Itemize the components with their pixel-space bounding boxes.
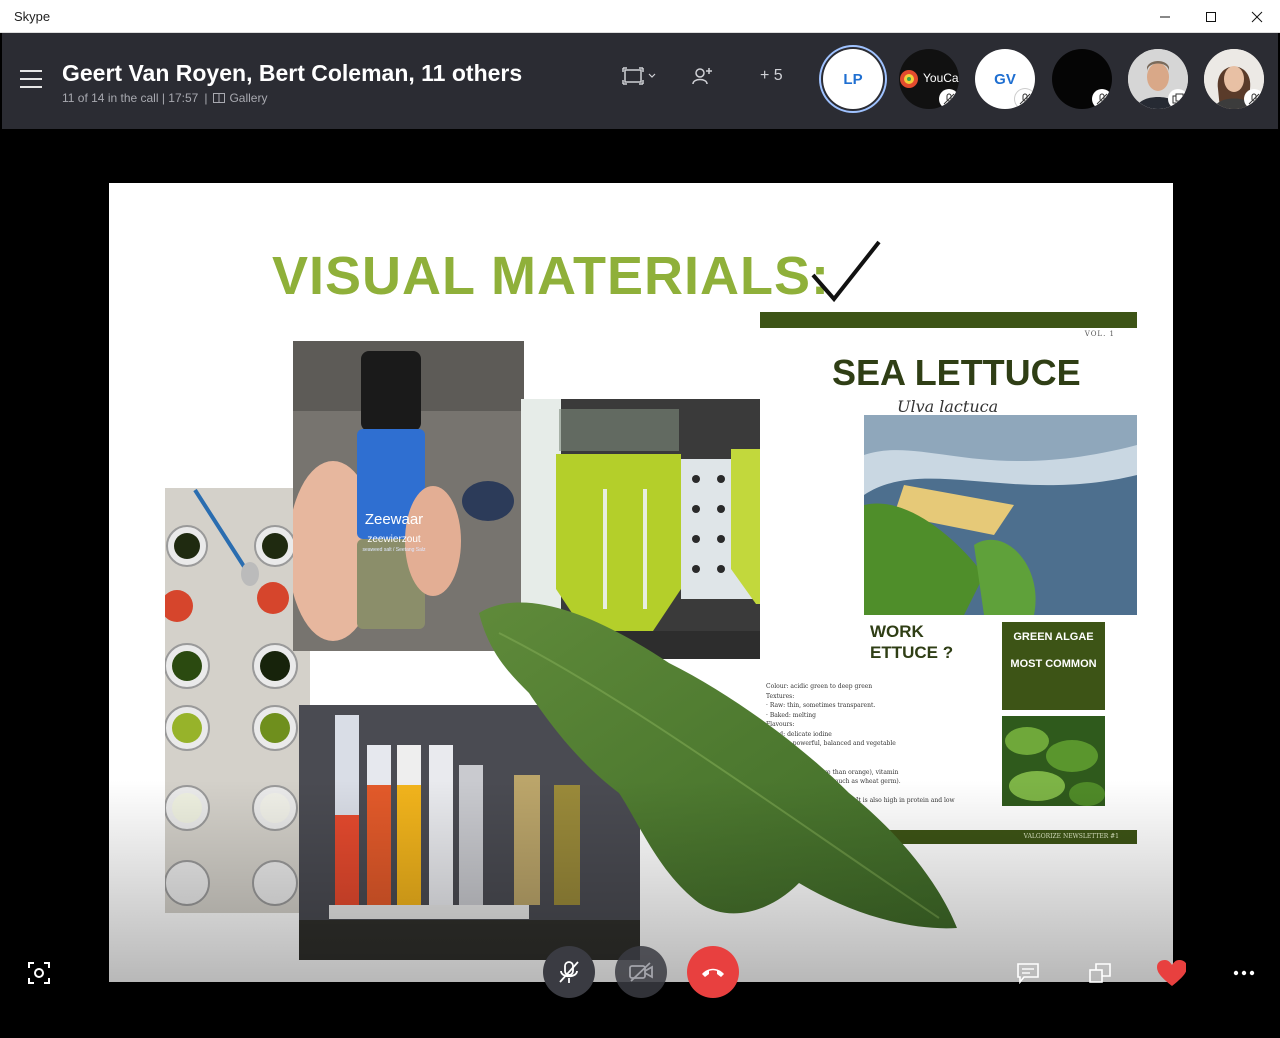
newsletter-volume: VOL. 1 xyxy=(1084,330,1115,338)
jar-subtitle: seaweed salt / Seetang Salz xyxy=(362,547,426,553)
maximize-icon xyxy=(1206,11,1216,22)
sea-lettuce-closeup-image xyxy=(1002,716,1105,806)
window-controls xyxy=(1142,0,1280,33)
gallery-icon xyxy=(213,93,226,103)
call-title: Geert Van Royen, Bert Coleman, 11 others xyxy=(62,60,523,86)
mute-button[interactable] xyxy=(543,946,595,998)
mic-off-icon xyxy=(1019,93,1031,105)
screen-share-icon xyxy=(1172,93,1184,104)
mic-muted-badge xyxy=(1244,89,1264,109)
window-title: Skype xyxy=(14,8,51,24)
hamburger-icon[interactable] xyxy=(20,70,42,88)
close-button[interactable] xyxy=(1234,0,1280,33)
hang-up-icon xyxy=(702,968,724,977)
box-bottom-text: MOST COMMON xyxy=(1010,658,1097,670)
share-screen-button[interactable] xyxy=(1085,958,1115,988)
mic-off-icon xyxy=(943,93,955,105)
mic-off-icon xyxy=(1248,93,1260,105)
video-toggle-button[interactable] xyxy=(615,946,667,998)
participant-avatar-gv[interactable]: GV xyxy=(975,49,1035,109)
chat-icon xyxy=(1017,963,1039,984)
heart-icon xyxy=(1157,960,1186,986)
hang-up-button[interactable] xyxy=(687,946,739,998)
petri-dishes-image xyxy=(165,488,310,913)
green-algae-box: GREEN ALGAE MOST COMMON xyxy=(1002,622,1105,710)
minimize-button[interactable] xyxy=(1142,0,1188,33)
video-off-icon xyxy=(629,962,653,982)
snapshot-icon xyxy=(28,962,50,984)
slide-title: VISUAL MATERIALS: xyxy=(272,246,831,306)
shared-slide: VISUAL MATERIALS: Zeewaar zeewierzout se… xyxy=(109,183,1173,982)
subtitle-separator: | xyxy=(204,91,208,105)
call-subtitle: 11 of 14 in the call | 17:57 | Gallery xyxy=(62,91,267,105)
avatar-initials: LP xyxy=(843,70,863,88)
sea-lettuce-leaf-image xyxy=(479,602,957,929)
checkmark-icon xyxy=(811,240,881,303)
view-mode-label: Gallery xyxy=(229,91,268,105)
sea-lettuce-closeup-photo xyxy=(1002,716,1105,806)
participant-avatar-dark[interactable] xyxy=(1052,49,1112,109)
gallery-view-link[interactable]: Gallery xyxy=(213,91,267,105)
call-status: 11 of 14 in the call | 17:57 xyxy=(62,91,199,105)
minimize-icon xyxy=(1160,16,1170,17)
participant-avatar-youcam[interactable]: YouCam xyxy=(899,49,959,109)
maximize-button[interactable] xyxy=(1188,0,1234,33)
more-options-button[interactable] xyxy=(1229,958,1259,988)
box-top-text: GREEN ALGAE xyxy=(1013,631,1094,643)
more-participants-button[interactable]: + 5 xyxy=(760,67,783,85)
participant-avatar-lp[interactable]: LP xyxy=(823,49,883,109)
call-header: Geert Van Royen, Bert Coleman, 11 others… xyxy=(2,33,1278,129)
newsletter-title: SEA LETTUCE xyxy=(832,352,1081,393)
mic-muted-badge xyxy=(939,89,959,109)
jar-product: zeewierzout xyxy=(367,534,421,545)
more-participants-count: + 5 xyxy=(760,67,783,84)
chat-button[interactable] xyxy=(1013,958,1043,988)
snapshot-button[interactable] xyxy=(24,958,54,988)
avatar-initials: GV xyxy=(994,70,1016,88)
participant-avatar-man[interactable] xyxy=(1128,49,1188,109)
skype-window: Skype Geert Van Royen, Bert Coleman, 11 … xyxy=(0,0,1280,1038)
newsletter-latin-name: Ulva lactuca xyxy=(897,397,999,416)
screen-share-badge xyxy=(1168,89,1188,109)
participant-avatar-woman[interactable] xyxy=(1204,49,1264,109)
close-icon xyxy=(1251,11,1263,22)
add-people-button[interactable] xyxy=(692,67,712,85)
mic-muted-badge xyxy=(1015,89,1035,109)
mic-off-icon xyxy=(559,961,579,983)
switch-view-button[interactable] xyxy=(622,67,656,85)
mic-off-icon xyxy=(1096,93,1108,105)
more-options-icon xyxy=(1233,970,1255,976)
react-button[interactable] xyxy=(1156,958,1186,988)
share-screen-icon xyxy=(1089,963,1111,983)
newsletter-top-band xyxy=(760,312,1137,328)
petri-dishes-photo xyxy=(165,488,310,913)
add-people-icon xyxy=(692,68,712,85)
switch-view-icon xyxy=(622,67,644,85)
chevron-down-icon xyxy=(648,73,656,78)
title-bar: Skype xyxy=(0,0,1280,33)
mic-muted-badge xyxy=(1092,89,1112,109)
youcam-label: YouCam xyxy=(923,71,959,85)
jar-brand: Zeewaar xyxy=(364,511,424,528)
